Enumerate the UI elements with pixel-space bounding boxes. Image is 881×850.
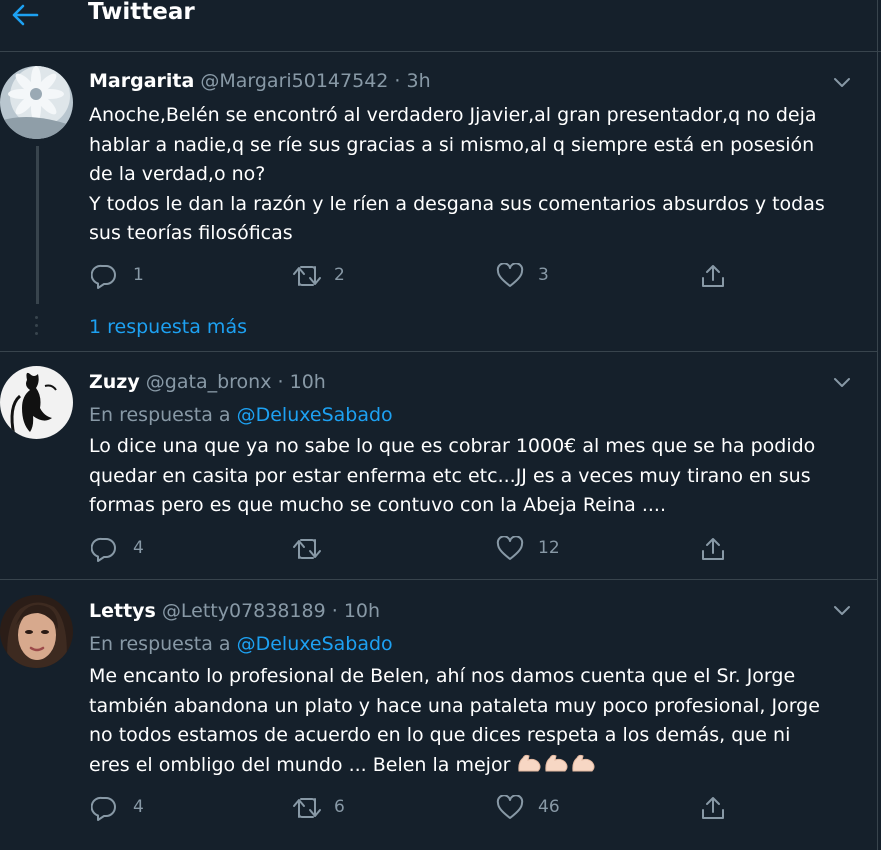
reply-prefix: En respuesta a [89, 633, 231, 655]
author-name[interactable]: Zuzy [89, 371, 140, 393]
reply-button[interactable]: 1 [91, 263, 171, 293]
chevron-down-icon[interactable] [832, 603, 852, 617]
share-button[interactable] [700, 795, 730, 825]
chevron-down-icon[interactable] [832, 375, 852, 389]
avatar-lettys[interactable] [0, 595, 73, 668]
tweet-text-line: de la verdad,o no? [89, 163, 266, 185]
separator-dot: · [277, 371, 284, 393]
like-icon [496, 536, 524, 560]
retweet-icon [293, 539, 321, 559]
author-handle[interactable]: @Margari50147542 [200, 70, 388, 92]
reply-count: 4 [133, 538, 144, 558]
like-count: 12 [538, 538, 560, 558]
author-name[interactable]: Margarita [89, 70, 194, 92]
tweet-text-line: sus teorías filosóficas [89, 222, 293, 244]
like-button[interactable]: 12 [496, 536, 576, 566]
tweet-text-line: formas pero es que mucho se contuvo con … [89, 494, 667, 516]
reply-button[interactable]: 4 [91, 795, 171, 825]
retweet-icon [293, 266, 321, 286]
tweet-text-line: Y todos le dan la razón y le ríen a desg… [89, 192, 825, 215]
separator-dot: · [394, 70, 401, 92]
tweet-text-line: Me encanto lo profesional de Belen, ahí … [89, 665, 796, 687]
tweet-author-line: Zuzy @gata_bronx · 10h [89, 369, 326, 395]
retweet-icon [293, 798, 321, 818]
author-handle[interactable]: @gata_bronx [146, 371, 272, 393]
author-name[interactable]: Lettys [89, 600, 156, 622]
like-button[interactable]: 3 [496, 263, 576, 293]
author-handle[interactable]: @Letty07838189 [162, 600, 326, 622]
tweet-time[interactable]: 10h [344, 600, 380, 622]
reply-count: 4 [133, 797, 144, 817]
reply-icon [91, 537, 116, 562]
tweet-text-line: eres el ombligo del mundo ... Belen la m… [89, 751, 859, 781]
tweet-margarita[interactable]: Margarita @Margari50147542 · 3h Anoche,B… [0, 0, 877, 352]
tweet-zuzy[interactable]: Zuzy @gata_bronx · 10h En respuesta a @D… [0, 352, 877, 580]
tweet-time[interactable]: 10h [290, 371, 326, 393]
tweet-body: Me encanto lo profesional de Belen, ahí … [89, 662, 859, 780]
avatar-margarita[interactable] [0, 66, 73, 139]
like-icon [496, 795, 524, 819]
tweet-lettys[interactable]: Lettys @Letty07838189 · 10h En respuesta… [0, 580, 877, 850]
avatar-zuzy[interactable] [0, 366, 73, 439]
like-icon [496, 263, 524, 287]
share-button[interactable] [700, 263, 730, 293]
separator-dot: · [331, 600, 338, 622]
tweet-author-line: Margarita @Margari50147542 · 3h [89, 68, 431, 94]
share-icon [702, 538, 724, 560]
tweet-body: Lo dice una que ya no sabe lo que es cob… [89, 432, 859, 521]
share-button[interactable] [700, 536, 730, 566]
like-count: 3 [538, 265, 549, 285]
mention-link[interactable]: @DeluxeSabado [237, 404, 393, 426]
thread-line [36, 146, 39, 304]
like-count: 46 [538, 797, 560, 817]
retweet-count: 6 [334, 797, 345, 817]
tweet-time[interactable]: 3h [407, 70, 431, 92]
reply-icon [91, 264, 116, 289]
reply-context: En respuesta a @DeluxeSabado [89, 402, 393, 428]
retweet-button[interactable]: 6 [292, 795, 372, 825]
tweet-body: Anoche,Belén se encontró al verdadero Jj… [89, 101, 859, 249]
reply-prefix: En respuesta a [89, 404, 231, 426]
chevron-down-icon[interactable] [832, 75, 852, 89]
reply-count: 1 [133, 265, 144, 285]
tweet-text-line: quedar en casita por estar enferma etc e… [89, 464, 811, 487]
tweet-text-fragment: eres el ombligo del mundo ... Belen la m… [89, 753, 511, 776]
tweet-text-line: Lo dice una que ya no sabe lo que es cob… [89, 435, 816, 457]
tweet-author-line: Lettys @Letty07838189 · 10h [89, 598, 380, 624]
mention-link[interactable]: @DeluxeSabado [237, 633, 393, 655]
retweet-button[interactable] [292, 536, 332, 566]
tweet-text-line: no todos estamos de acuerdo en lo que di… [89, 724, 791, 746]
reply-button[interactable]: 4 [91, 536, 171, 566]
tweet-text-line: hablar a nadie,q se ríe sus gracias a si… [89, 133, 815, 156]
reply-icon [91, 796, 116, 821]
share-icon [702, 265, 724, 287]
tweet-text-line: también abandona un plato y hace una pat… [89, 694, 820, 717]
more-replies-link[interactable]: 1 respuesta más [89, 316, 247, 338]
tweet-text-line: Anoche,Belén se encontró al verdadero Jj… [89, 104, 817, 126]
column-border [877, 0, 878, 850]
flexed-biceps-emoji [516, 754, 597, 776]
retweet-count: 2 [334, 265, 345, 285]
like-button[interactable]: 46 [496, 795, 576, 825]
share-icon [702, 797, 724, 819]
thread-dots [35, 316, 39, 340]
reply-context: En respuesta a @DeluxeSabado [89, 631, 393, 657]
retweet-button[interactable]: 2 [292, 263, 372, 293]
